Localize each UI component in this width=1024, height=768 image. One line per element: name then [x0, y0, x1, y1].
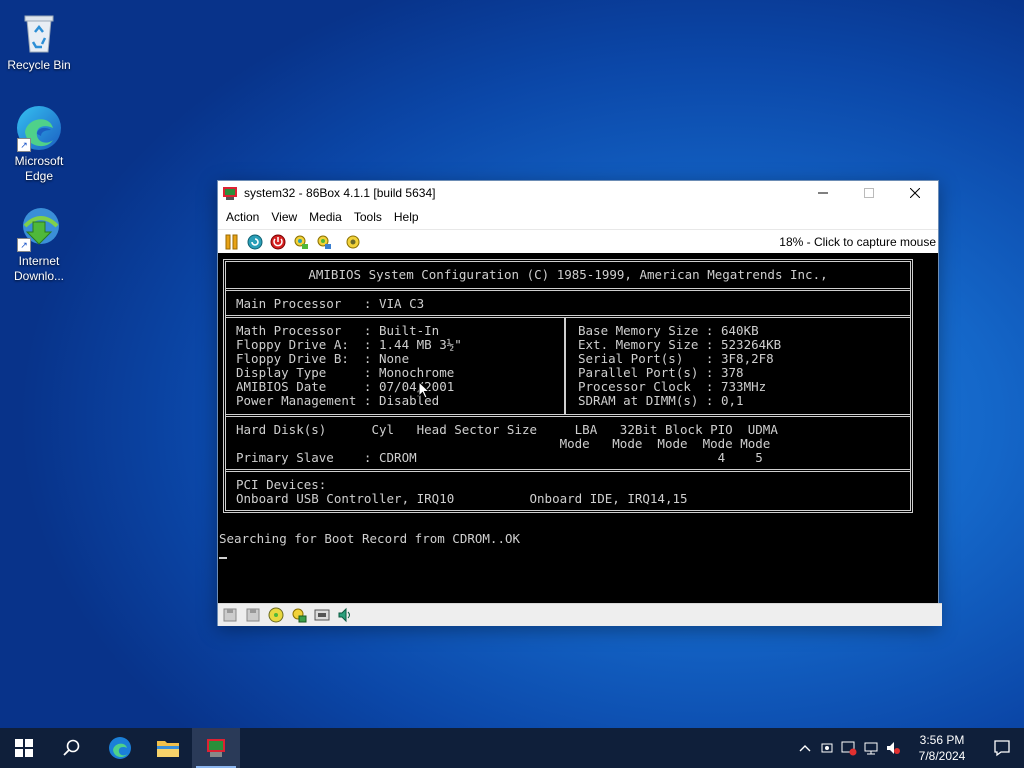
- menu-tools[interactable]: Tools: [348, 210, 388, 224]
- close-icon: [910, 188, 920, 198]
- start-button[interactable]: [0, 728, 48, 768]
- desktop-icon-label: Microsoft Edge: [14, 154, 64, 183]
- chevron-up-icon: [799, 745, 811, 752]
- power-button[interactable]: [268, 232, 288, 252]
- bios-pci-info: PCI Devices: Onboard USB Controller, IRQ…: [226, 469, 910, 510]
- reset-icon: [247, 234, 263, 250]
- search-icon: [63, 739, 80, 756]
- volume-muted-icon: [887, 742, 900, 754]
- pause-button[interactable]: [222, 232, 242, 252]
- desktop-icon-edge[interactable]: ↗ Microsoft Edge: [6, 104, 72, 184]
- capture-mouse-status: 18% - Click to capture mouse: [779, 235, 936, 249]
- edge-icon: [109, 737, 131, 759]
- floppy-b-icon[interactable]: [245, 607, 261, 623]
- window-title: system32 - 86Box 4.1.1 [build 5634]: [244, 186, 436, 200]
- minimize-icon: [818, 192, 828, 194]
- bios-left-info: Math Processor : Built-In Floppy Drive A…: [236, 323, 462, 408]
- emulator-window: system32 - 86Box 4.1.1 [build 5634] Acti…: [217, 180, 942, 626]
- meet-now-icon: [821, 743, 833, 753]
- menu-media[interactable]: Media: [303, 210, 348, 224]
- settings-icon: [346, 235, 360, 249]
- network-status-button[interactable]: [860, 740, 882, 756]
- close-button[interactable]: [892, 181, 938, 205]
- floppy-a-icon[interactable]: [222, 607, 238, 623]
- clock[interactable]: 3:56 PM 7/8/2024: [904, 732, 980, 764]
- desktop-icon-label: Recycle Bin: [7, 58, 71, 72]
- search-button[interactable]: [48, 728, 96, 768]
- edge-icon: ↗: [15, 104, 63, 152]
- menu-view[interactable]: View: [265, 210, 303, 224]
- network-icon[interactable]: [314, 607, 330, 623]
- ctrl-alt-esc-button[interactable]: [314, 232, 334, 252]
- clock-time: 3:56 PM: [919, 733, 965, 747]
- toolbar: 18% - Click to capture mouse: [218, 229, 938, 254]
- boot-status-line: Searching for Boot Record from CDROM..OK: [219, 531, 521, 546]
- maximize-icon: [864, 188, 874, 198]
- taskbar-file-explorer[interactable]: [144, 728, 192, 768]
- emulator-screen[interactable]: AMIBIOS System Configuration (C) 1985-19…: [218, 253, 938, 603]
- text-cursor: [219, 557, 227, 559]
- windows-logo-icon: [15, 739, 33, 757]
- internet-download-manager-icon: ↗: [15, 204, 63, 252]
- system-tray: 3:56 PM 7/8/2024: [794, 728, 1024, 768]
- network-icon: [864, 742, 878, 755]
- desktop-icon-recycle-bin[interactable]: Recycle Bin: [6, 8, 72, 73]
- 86box-app-icon: [207, 739, 225, 757]
- bios-header: AMIBIOS System Configuration (C) 1985-19…: [308, 267, 828, 282]
- status-bar: [218, 603, 942, 626]
- ctrl-alt-del-button[interactable]: [291, 232, 311, 252]
- taskbar-edge[interactable]: [96, 728, 144, 768]
- power-icon: [270, 234, 286, 250]
- shortcut-arrow-icon: ↗: [17, 138, 31, 152]
- reset-button[interactable]: [245, 232, 265, 252]
- hard-disk-activity-icon[interactable]: [291, 607, 307, 623]
- taskbar: 3:56 PM 7/8/2024: [0, 728, 1024, 768]
- defender-warning-icon: [841, 741, 857, 756]
- pause-icon: [225, 234, 238, 250]
- menu-bar: Action View Media Tools Help: [218, 205, 938, 229]
- folder-icon: [157, 741, 179, 757]
- menu-help[interactable]: Help: [388, 210, 425, 224]
- show-hidden-icons-button[interactable]: [794, 744, 816, 752]
- bios-config-table: AMIBIOS System Configuration (C) 1985-19…: [223, 259, 913, 513]
- shortcut-arrow-icon: ↗: [17, 238, 31, 252]
- minimize-button[interactable]: [800, 181, 846, 205]
- recycle-bin-icon: [15, 8, 63, 56]
- desktop-icon-idm[interactable]: ↗ Internet Downlo...: [6, 204, 72, 284]
- volume-button[interactable]: [882, 740, 904, 756]
- keyboard-gear-icon: [294, 235, 308, 249]
- title-bar[interactable]: system32 - 86Box 4.1.1 [build 5634]: [218, 181, 938, 205]
- sound-icon[interactable]: [337, 607, 353, 623]
- bios-info-columns: Math Processor : Built-In Floppy Drive A…: [226, 315, 910, 414]
- bios-main-processor: Main Processor : VIA C3: [226, 288, 910, 315]
- mouse-pointer-icon: [418, 381, 430, 399]
- notifications-button[interactable]: [980, 739, 1024, 757]
- bios-disk-info: Hard Disk(s) Cyl Head Sector Size LBA 32…: [226, 414, 910, 469]
- notification-icon: [994, 740, 1010, 757]
- tray-app-icon[interactable]: [816, 740, 838, 756]
- desktop-icon-label: Internet Downlo...: [13, 254, 65, 283]
- menu-action[interactable]: Action: [220, 210, 265, 224]
- tray-security-icon[interactable]: [838, 740, 860, 756]
- 86box-app-icon: [222, 185, 238, 201]
- settings-button[interactable]: [343, 232, 363, 252]
- bios-right-info: Base Memory Size : 640KB Ext. Memory Siz…: [564, 318, 791, 414]
- taskbar-86box[interactable]: [192, 728, 240, 768]
- cdrom-icon[interactable]: [268, 607, 284, 623]
- maximize-button[interactable]: [846, 181, 892, 205]
- gear-icon: [317, 235, 331, 249]
- clock-date: 7/8/2024: [918, 749, 966, 763]
